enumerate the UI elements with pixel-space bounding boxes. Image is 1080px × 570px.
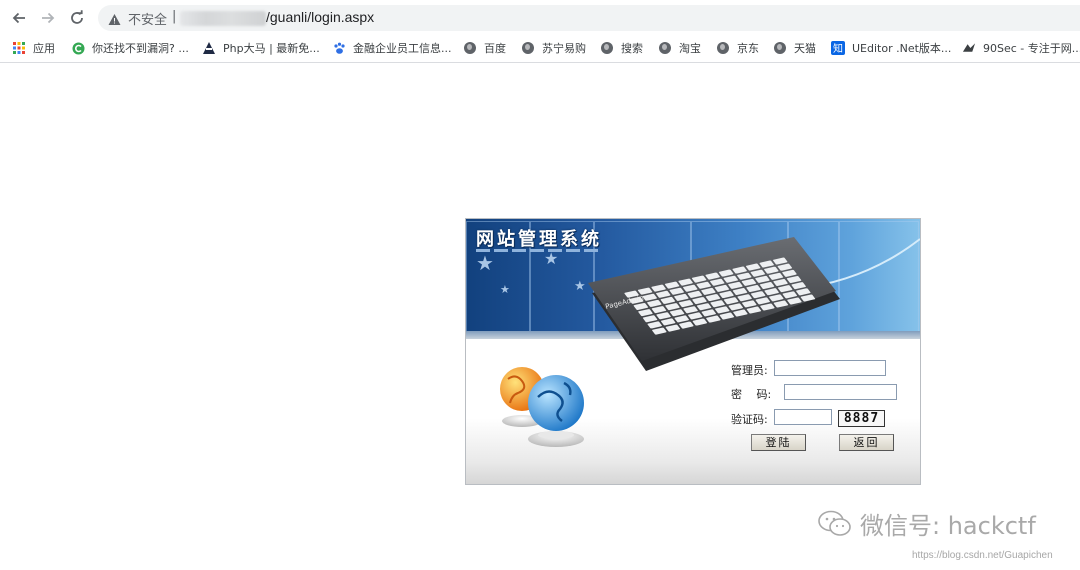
bookmark-label: UEditor .Net版本... — [852, 42, 952, 55]
bookmark-apps[interactable]: 应用 — [12, 39, 55, 57]
bookmark-label: 京东 — [737, 42, 759, 55]
bookmark-ueditor[interactable]: 知 UEditor .Net版本... — [831, 39, 951, 57]
bookmark-search[interactable]: 搜索 — [600, 39, 643, 57]
insecure-label: 不安全 — [128, 12, 168, 27]
globes-illustration — [500, 367, 584, 447]
bookmark-label: 应用 — [33, 42, 55, 55]
bookmark-finance[interactable]: 金融企业员工信息... — [332, 39, 452, 57]
bookmark-jd[interactable]: 京东 — [716, 39, 759, 57]
bookmark-php[interactable]: Php大马 | 最新免... — [202, 39, 320, 57]
back-button[interactable]: 返回 — [839, 434, 894, 451]
password-input[interactable] — [784, 384, 897, 400]
bookmark-baidu[interactable]: 百度 — [463, 39, 506, 57]
url-path: /guanli/login.aspx — [266, 9, 375, 25]
forward-arrow-icon[interactable] — [37, 7, 59, 29]
bookmark-taobao[interactable]: 淘宝 — [658, 39, 701, 57]
globe-icon — [600, 41, 614, 55]
bookmark-label: 搜索 — [621, 42, 643, 55]
bookmark-label: Php大马 | 最新免... — [223, 42, 320, 55]
globe-icon — [463, 41, 477, 55]
bookmark-label: 90Sec - 专注于网... — [983, 42, 1080, 55]
bookmark-suning[interactable]: 苏宁易购 — [521, 39, 586, 57]
bookmarks-bar: 应用 你还找不到漏洞? ... Php大马 | 最新免... 金融企业员工信息.… — [0, 35, 1080, 63]
bookmark-label: 百度 — [484, 42, 506, 55]
captcha-label: 验证码: — [731, 413, 768, 426]
bookmark-label: 淘宝 — [679, 42, 701, 55]
green-c-icon — [71, 41, 85, 55]
star-icon: ★ — [544, 249, 559, 268]
omnibox-separator: | — [172, 9, 177, 24]
login-button[interactable]: 登陆 — [751, 434, 806, 451]
address-bar[interactable]: 不安全 | /guanli/login.aspx — [98, 5, 1080, 31]
admin-input[interactable] — [774, 360, 886, 376]
reload-icon[interactable] — [66, 7, 88, 29]
browser-toolbar: 不安全 | /guanli/login.aspx — [0, 0, 1080, 35]
bookmark-label: 苏宁易购 — [542, 42, 586, 55]
90sec-icon — [962, 41, 976, 55]
bookmark-label: 天猫 — [794, 42, 816, 55]
bookmark-label: 金融企业员工信息... — [353, 42, 452, 55]
hacker-icon — [202, 41, 216, 55]
blog-url-watermark: https://blog.csdn.net/Guapichen — [912, 550, 1053, 561]
zhihu-icon: 知 — [831, 41, 845, 55]
back-arrow-icon[interactable] — [8, 7, 30, 29]
password-label: 密 码: — [731, 388, 772, 401]
globe-icon — [773, 41, 787, 55]
bookmark-90sec[interactable]: 90Sec - 专注于网... — [962, 39, 1080, 57]
captcha-input[interactable] — [774, 409, 832, 425]
warning-icon — [108, 11, 121, 30]
bookmark-tmall[interactable]: 天猫 — [773, 39, 816, 57]
star-icon: ★ — [500, 283, 510, 296]
apps-grid-icon — [12, 41, 26, 55]
bookmark-label: 你还找不到漏洞? ... — [92, 42, 189, 55]
globe-icon — [521, 41, 535, 55]
bookmark-vuln[interactable]: 你还找不到漏洞? ... — [71, 39, 189, 57]
wechat-icon — [818, 510, 852, 538]
globe-icon — [658, 41, 672, 55]
admin-label: 管理员: — [731, 364, 768, 377]
star-icon: ★ — [476, 251, 494, 275]
keyboard-illustration: PageAdmin — [588, 237, 840, 371]
wechat-watermark: 微信号: hackctf — [818, 506, 1036, 541]
baidu-paw-icon — [332, 41, 346, 55]
redacted-domain — [180, 11, 266, 26]
svg-text:知: 知 — [833, 42, 843, 55]
wechat-id: 微信号: hackctf — [860, 512, 1036, 540]
globe-icon — [716, 41, 730, 55]
title-stripes — [476, 249, 598, 252]
login-panel: 网站管理系统 ★ ★ ★ ★ PageAdmin 管理员: 密 码: 验证码: … — [465, 218, 921, 485]
captcha-image[interactable]: 8887 — [838, 410, 885, 427]
